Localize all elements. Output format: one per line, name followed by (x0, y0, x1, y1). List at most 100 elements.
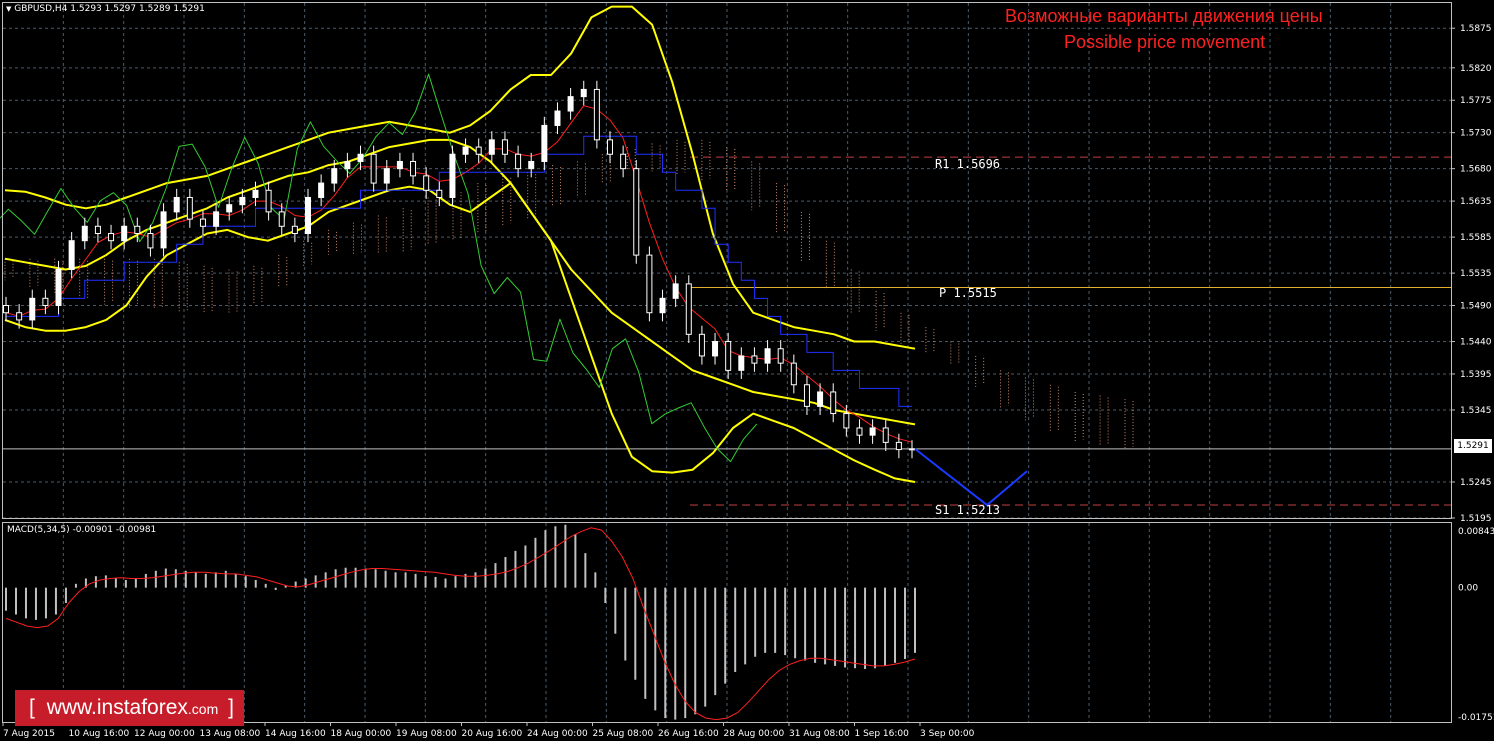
candle-bull (817, 391, 824, 407)
candle-bear (620, 153, 627, 170)
y-tick-label: 1.5680 (1460, 165, 1492, 175)
candle-bear (108, 232, 115, 242)
candle-bear (265, 189, 272, 213)
x-tick-label: 19 Aug 08:00 (396, 729, 457, 739)
x-tick-label: 31 Aug 08:00 (789, 729, 850, 739)
x-tick-label: 14 Aug 16:00 (265, 729, 326, 739)
candle-bear (790, 362, 797, 386)
x-tick-label: 3 Sep 00:00 (920, 729, 975, 739)
candle-bear (410, 160, 417, 177)
dropdown-arrow-icon[interactable]: ▼ (6, 5, 11, 13)
candle-bull (712, 341, 719, 357)
candle-bull (554, 110, 561, 126)
x-tick-label: 13 Aug 08:00 (200, 729, 261, 739)
y-tick-label: 1.5585 (1460, 233, 1492, 243)
candle-bear (199, 218, 206, 227)
candle-bear (751, 355, 758, 364)
candle-bear (698, 333, 705, 357)
candle-bull (449, 153, 456, 198)
candle-bear (685, 283, 692, 335)
candle-bear (777, 348, 784, 364)
candle-bull (331, 168, 338, 184)
logo-bracket-open: [ (29, 696, 35, 719)
candle-bull (318, 182, 325, 198)
candle-bull (396, 160, 403, 170)
y-tick-label: 1.5345 (1460, 406, 1492, 416)
candle-bull (173, 196, 180, 213)
annotation-title-ru: Возможные варианты движения цены (1005, 6, 1323, 26)
candle-bear (803, 384, 810, 407)
candle-bear (843, 413, 850, 429)
y-tick-label: 1.5195 (1460, 514, 1492, 524)
candle-bear (42, 297, 49, 307)
x-tick-label: 1 Sep 16:00 (855, 729, 910, 739)
level-label-s1: S1 1.5213 (935, 503, 1001, 517)
macd-y-tick-label: 0.00 (1458, 584, 1478, 594)
y-tick-label: 1.5440 (1460, 338, 1492, 348)
candle-bull (672, 283, 679, 299)
candle-bull (160, 211, 167, 249)
candle-bear (515, 153, 522, 170)
candle-bear (291, 225, 298, 234)
y-tick-label: 1.5395 (1460, 370, 1492, 380)
symbol-ohlc-text: GBPUSD,H4 1.5293 1.5297 1.5289 1.5291 (14, 4, 205, 14)
y-tick-label: 1.5820 (1460, 64, 1492, 74)
candle-bear (3, 305, 9, 314)
logo-tld: .com (187, 701, 219, 717)
candle-bear (134, 225, 141, 234)
axes: 1.5875 1.5820 1.5775 1.5730 1.5680 1.5635 1.55… (2, 24, 1492, 739)
candle-bear (895, 441, 902, 451)
candle-bear (856, 427, 863, 436)
chart-canvas: 0.008430.00-0.01751 1.58751.58201.57751.… (0, 2, 1494, 739)
x-tick-label: 25 Aug 08:00 (593, 729, 654, 739)
candle-bear (882, 427, 889, 443)
x-tick-label: 24 Aug 00:00 (527, 729, 588, 739)
candle-bull (252, 189, 259, 198)
symbol-header[interactable]: ▼ GBPUSD,H4 1.5293 1.5297 1.5289 1.5291 (6, 4, 205, 14)
instaforex-logo[interactable]: [ www.instaforex.com ] (15, 690, 244, 726)
candle-bear (423, 175, 430, 191)
candle-bull (659, 297, 666, 314)
level-label-pivot: P 1.5515 (939, 286, 997, 300)
candle-bear (593, 88, 600, 141)
candle-bull (528, 160, 535, 170)
y-tick-label: 1.5875 (1460, 24, 1492, 34)
y-tick-label: 1.5635 (1460, 197, 1492, 207)
y-tick-label: 1.5730 (1460, 129, 1492, 139)
candle-bull (580, 88, 587, 98)
candle-bull (344, 160, 351, 170)
candle-bear (278, 211, 285, 227)
bollinger-line-0 (4, 5, 916, 350)
x-tick-label: 7 Aug 2015 (3, 729, 55, 739)
indicator-lines (0, 5, 916, 483)
forecast-line (914, 448, 1028, 507)
candle-bear (725, 341, 732, 371)
macd-y-tick-label: 0.00843 (1458, 527, 1494, 537)
macd-y-tick-label: -0.01751 (1458, 713, 1494, 723)
candle-bear (830, 391, 837, 415)
x-tick-label: 20 Aug 16:00 (462, 729, 523, 739)
candle-bear (147, 232, 154, 249)
candle-bull (29, 297, 36, 321)
candle-bull (869, 427, 876, 436)
candle-bull (121, 225, 128, 242)
candle-bull (239, 196, 246, 206)
y-tick-label: 1.5775 (1460, 96, 1492, 106)
candle-bear (501, 139, 508, 155)
candle-bull (909, 448, 915, 451)
candle-bull (462, 146, 469, 155)
candle-bear (475, 146, 482, 155)
candle-bull (567, 96, 574, 112)
candle-bull (55, 269, 62, 307)
x-tick-label: 12 Aug 00:00 (134, 729, 195, 739)
level-label-r1: R1 1.5696 (935, 157, 1001, 171)
y-tick-label: 1.5245 (1460, 478, 1492, 488)
x-tick-label: 10 Aug 16:00 (69, 729, 130, 739)
candle-bull (488, 139, 495, 155)
logo-text: www.instaforex (46, 696, 188, 719)
candle-bull (764, 348, 771, 364)
y-tick-label: 1.5490 (1460, 302, 1492, 312)
candle-bull (81, 225, 88, 242)
x-tick-label: 26 Aug 16:00 (658, 729, 719, 739)
candle-bull (738, 355, 745, 371)
